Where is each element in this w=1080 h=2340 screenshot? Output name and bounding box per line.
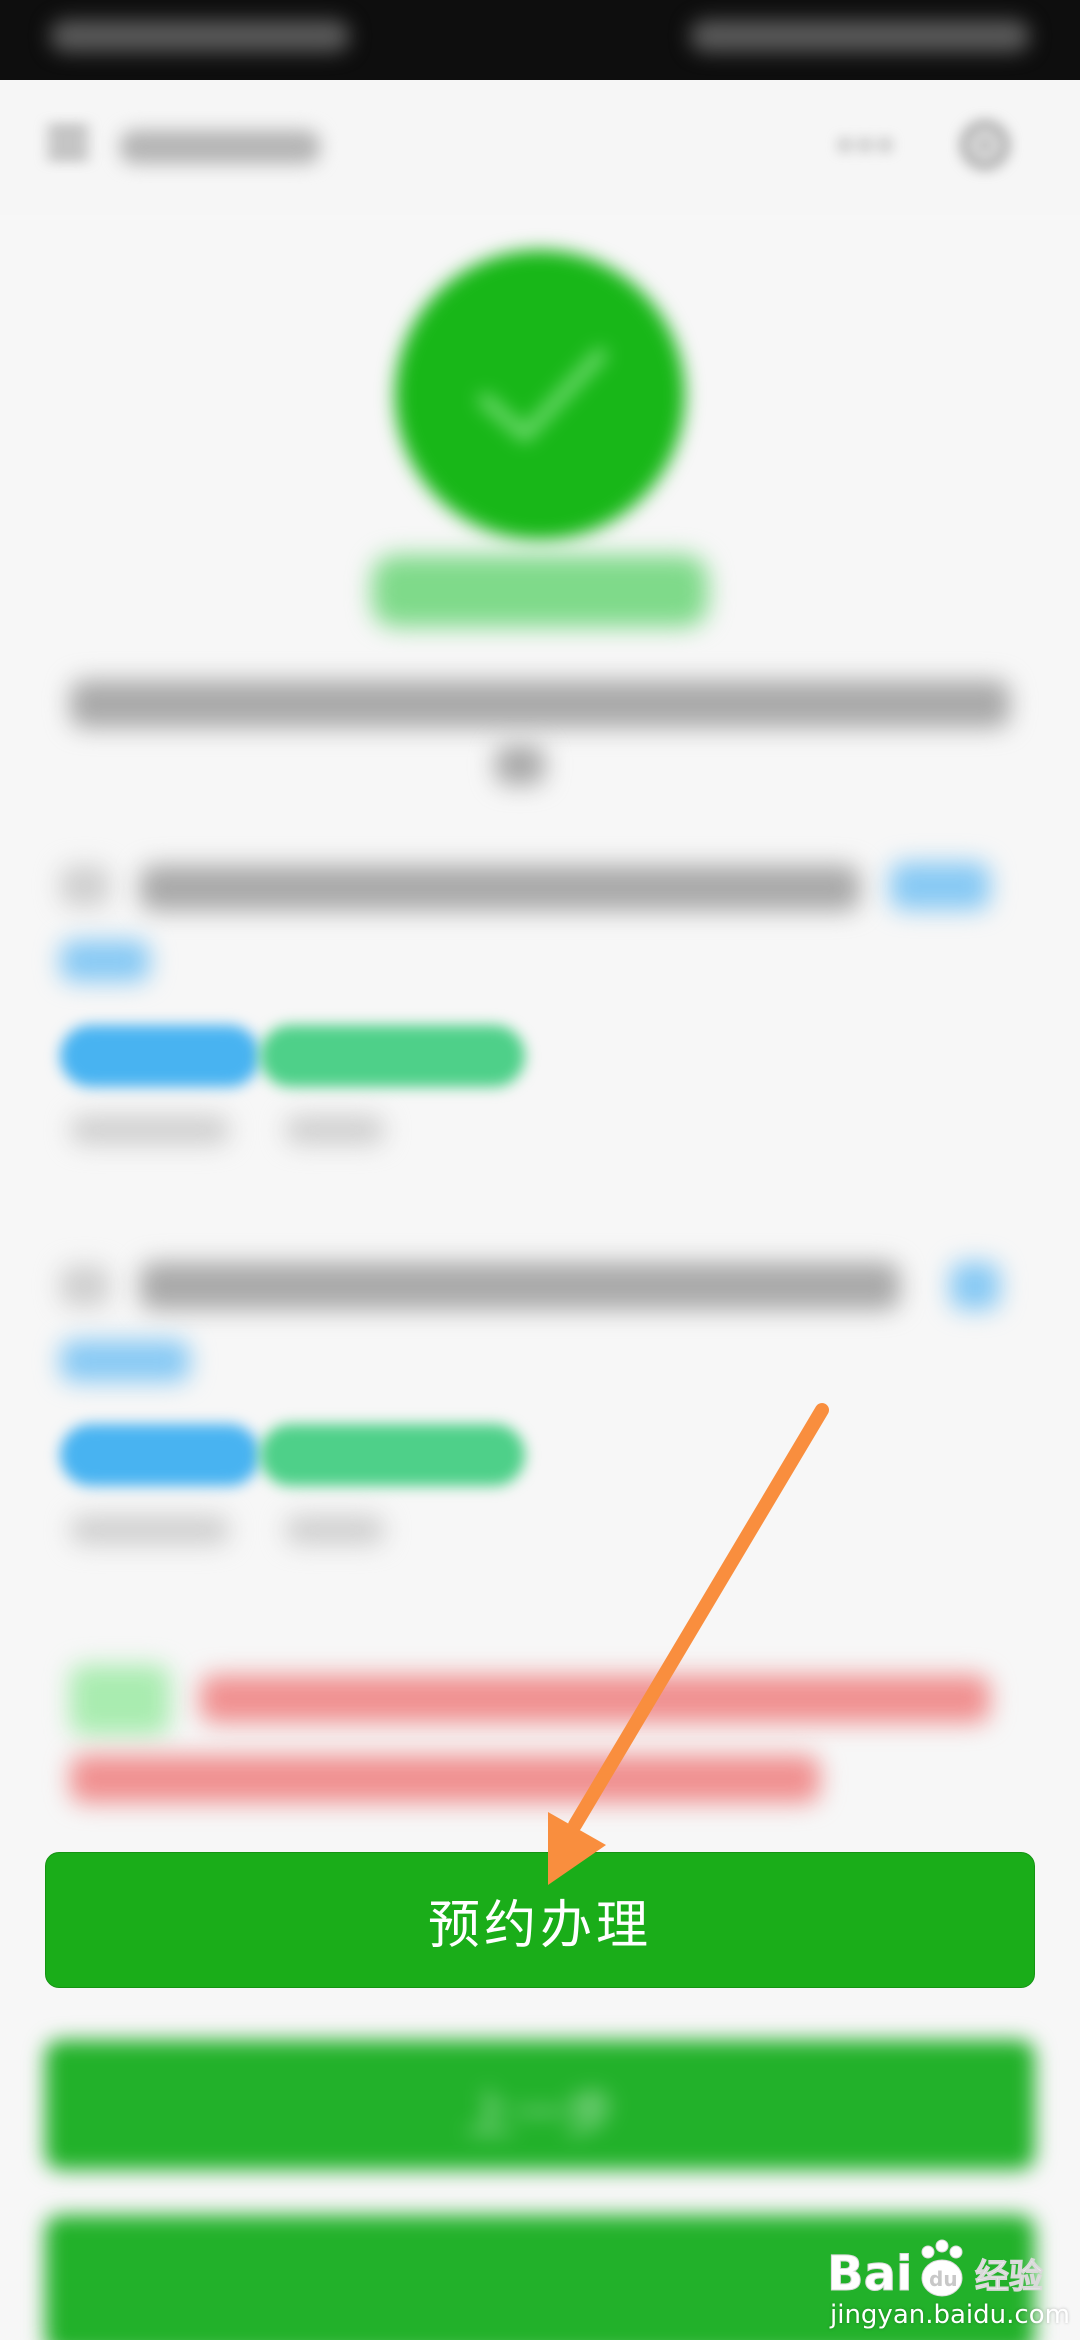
- previous-step-label: 上一步: [465, 2085, 615, 2143]
- more-icon[interactable]: [835, 130, 895, 160]
- status-pill: [60, 1025, 260, 1087]
- page-header: [0, 80, 1080, 215]
- page-title: [120, 130, 320, 164]
- notice-text: [70, 1755, 820, 1803]
- screen: 预约办理 上一步 Bai du 经验 jingyan.baidu.com: [0, 0, 1080, 2340]
- menu-back-icon[interactable]: [48, 122, 88, 162]
- notice-text: [200, 1675, 990, 1723]
- item-index: [60, 1265, 110, 1307]
- item-meta: [285, 1115, 385, 1145]
- item-index: [60, 865, 110, 907]
- description-line: [495, 745, 545, 785]
- status-bar: [0, 0, 1080, 80]
- status-left-blob: [50, 20, 350, 52]
- book-appointment-button[interactable]: 预约办理: [45, 1852, 1035, 1988]
- item-tag: [950, 1262, 1000, 1310]
- item-title: [140, 865, 860, 911]
- svg-text:经验: 经验: [975, 2257, 1043, 2297]
- watermark-url: jingyan.baidu.com: [830, 2300, 1070, 2330]
- notice-icon: [70, 1665, 170, 1735]
- previous-step-button[interactable]: 上一步: [45, 2040, 1035, 2170]
- status-pill: [60, 1424, 260, 1486]
- item-tag: [890, 862, 990, 910]
- item-meta: [285, 1515, 385, 1545]
- svg-text:Bai: Bai: [827, 2246, 912, 2302]
- status-pill: [260, 1025, 525, 1087]
- item-meta: [70, 1515, 230, 1545]
- item-tag: [60, 1340, 190, 1382]
- check-circle-icon: [395, 250, 685, 540]
- item-meta: [70, 1115, 230, 1145]
- success-label: [372, 555, 708, 627]
- description-line: [70, 680, 1010, 728]
- item-tag: [60, 940, 150, 982]
- status-right-blob: [690, 20, 1030, 52]
- item-title: [140, 1262, 900, 1310]
- status-pill: [260, 1424, 525, 1486]
- svg-text:du: du: [929, 2267, 958, 2291]
- close-icon[interactable]: [960, 120, 1010, 170]
